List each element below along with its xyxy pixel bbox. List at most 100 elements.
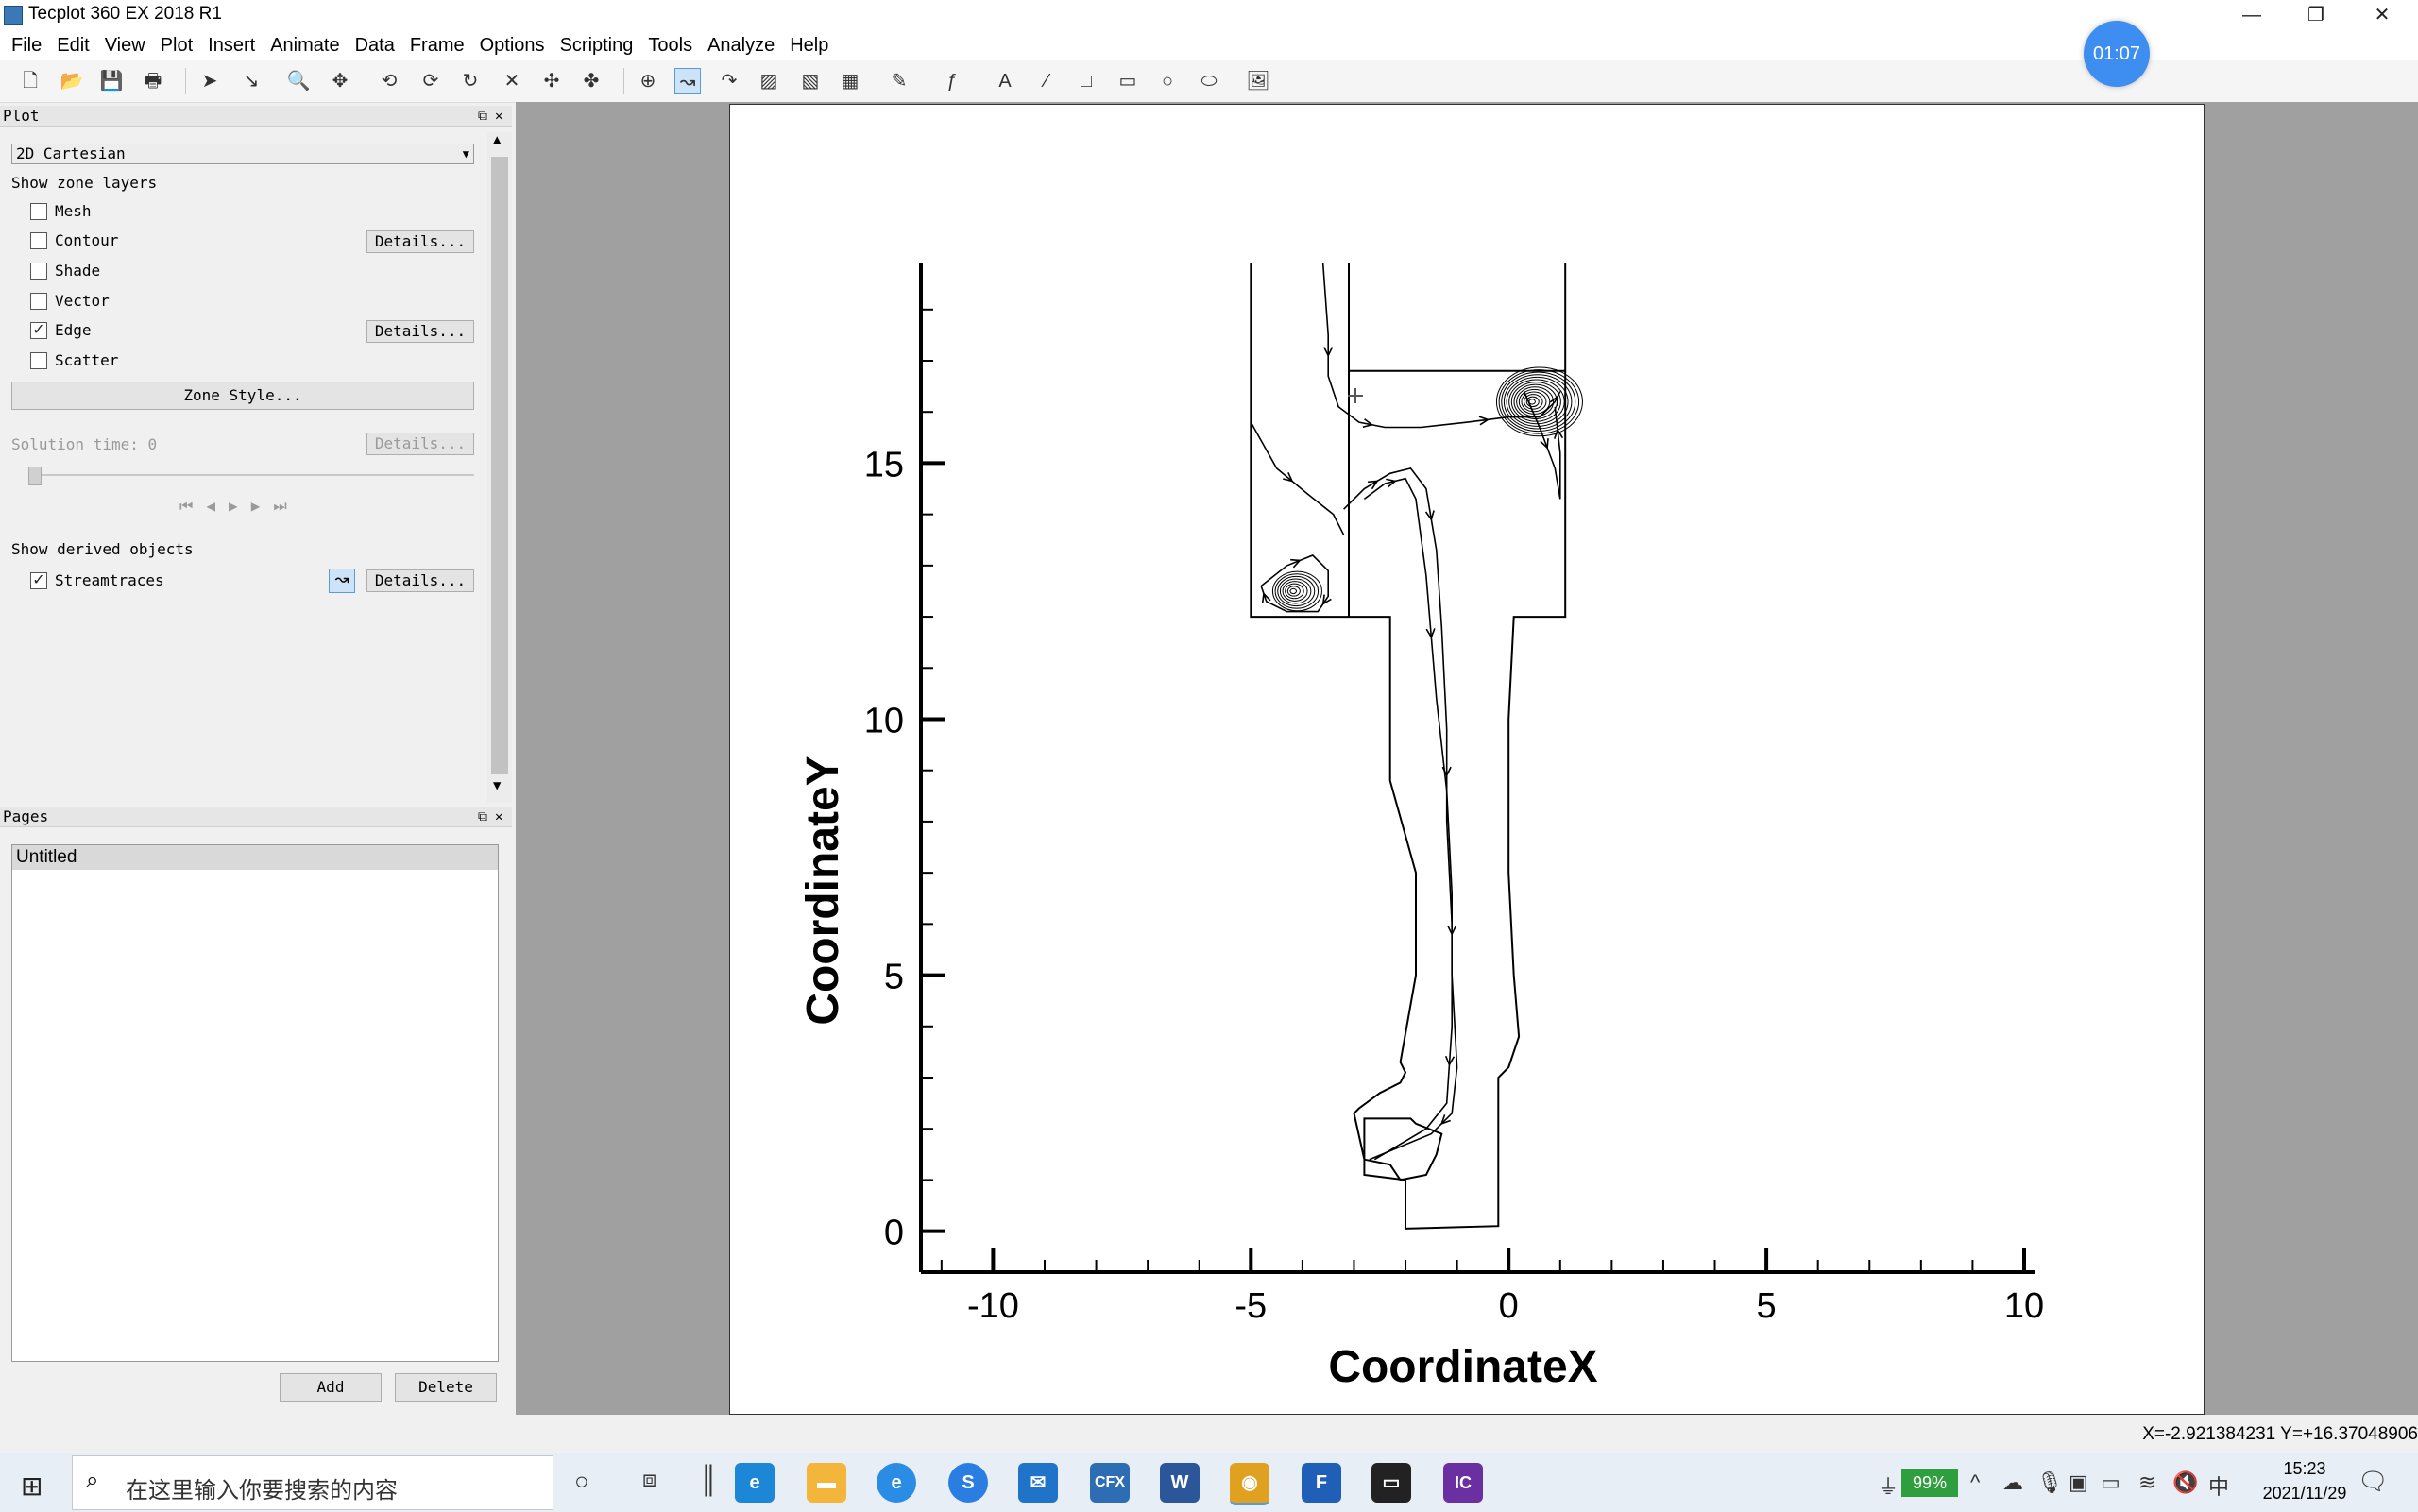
menu-analyze[interactable]: Analyze xyxy=(700,35,782,57)
sogou-icon[interactable]: S xyxy=(948,1463,988,1503)
mail-icon[interactable]: ✉ xyxy=(1018,1463,1058,1503)
power-plug-icon[interactable]: ⏚ xyxy=(1878,1470,1899,1501)
contour-level-icon[interactable]: ▧ xyxy=(797,68,824,94)
edge-browser-icon[interactable]: e xyxy=(735,1463,775,1503)
first-step-icon[interactable]: ⏮ xyxy=(179,497,206,515)
page-item-untitled[interactable]: Untitled xyxy=(12,845,498,870)
zone-edit-icon[interactable]: ✎ xyxy=(886,68,912,94)
rotate-twist-icon[interactable]: ↻ xyxy=(457,68,484,94)
mesh-checkbox[interactable] xyxy=(30,203,47,220)
menu-animate[interactable]: Animate xyxy=(263,35,347,57)
rotate-z-icon[interactable]: ✤ xyxy=(578,68,604,94)
rotate-x-icon[interactable]: ✕ xyxy=(499,68,525,94)
close-pages-icon[interactable]: ✕ xyxy=(495,807,502,827)
streamtrace-placement-icon[interactable]: ↝ xyxy=(674,68,701,94)
windows-start-icon[interactable]: ⊞ xyxy=(21,1470,43,1502)
play-icon[interactable]: ▶ xyxy=(229,497,251,515)
volume-muted-icon[interactable]: 🔇 xyxy=(2172,1470,2198,1495)
shade-checkbox[interactable] xyxy=(30,263,47,280)
circle-tool-icon[interactable]: ○ xyxy=(1154,68,1181,94)
solution-time-slider[interactable] xyxy=(28,474,474,476)
float-pages-icon[interactable]: ⧉ xyxy=(478,807,487,827)
translate-icon[interactable]: ✥ xyxy=(327,68,353,94)
select-arrow-icon[interactable]: ➤ xyxy=(196,68,223,94)
add-page-button[interactable]: Add xyxy=(280,1373,382,1402)
new-file-icon[interactable]: 🗋 xyxy=(17,68,43,94)
cortana-icon[interactable]: ○ xyxy=(574,1467,589,1496)
terminal-icon[interactable]: ▭ xyxy=(1371,1463,1411,1503)
edge-details-button[interactable]: Details... xyxy=(366,320,474,343)
cloud-icon[interactable]: ☁ xyxy=(2002,1470,2023,1495)
clock-time[interactable]: 15:23 xyxy=(2265,1459,2344,1479)
square-tool-icon[interactable]: □ xyxy=(1073,68,1099,94)
float-panel-icon[interactable]: ⧉ xyxy=(478,106,487,127)
recording-timer[interactable]: 01:07 xyxy=(2084,21,2150,87)
menu-scripting[interactable]: Scripting xyxy=(553,35,641,57)
close-button[interactable]: ✕ xyxy=(2352,0,2412,30)
streamtraces-details-button[interactable]: Details... xyxy=(366,569,474,592)
restore-button[interactable]: ❐ xyxy=(2286,0,2346,30)
contour-details-button[interactable]: Details... xyxy=(366,230,474,253)
scrollbar-thumb[interactable] xyxy=(491,157,508,774)
menu-plot[interactable]: Plot xyxy=(153,35,200,57)
ime-indicator[interactable]: 中 xyxy=(2208,1470,2229,1501)
print-icon[interactable]: 🖶 xyxy=(140,68,166,94)
rotate-y-icon[interactable]: ✣ xyxy=(538,68,565,94)
zone-style-button[interactable]: Zone Style... xyxy=(11,382,474,410)
polyline-tool-icon[interactable]: ⁄ xyxy=(1033,68,1060,94)
probe-icon[interactable]: ⊕ xyxy=(635,68,661,94)
menu-edit[interactable]: Edit xyxy=(49,35,96,57)
xy-plot[interactable]: -10 -5 0 5 10 0 5 10 15 CoordinateX CoordinateY xyxy=(730,105,2204,1414)
ie-browser-icon[interactable]: e xyxy=(877,1463,916,1503)
menu-frame[interactable]: Frame xyxy=(402,35,472,57)
menu-data[interactable]: Data xyxy=(348,35,402,57)
vector-checkbox[interactable] xyxy=(30,293,47,310)
scroll-down-icon[interactable]: ▼ xyxy=(493,778,501,793)
close-panel-icon[interactable]: ✕ xyxy=(495,106,502,127)
streamtraces-checkbox[interactable]: ✓ xyxy=(30,572,47,589)
last-step-icon[interactable]: ⏭ xyxy=(273,497,299,515)
word-icon[interactable]: W xyxy=(1160,1463,1200,1503)
menu-file[interactable]: File xyxy=(4,35,49,57)
streamtrace-placement-icon[interactable]: ↝ xyxy=(329,569,355,593)
cfx-app-icon[interactable]: CFX xyxy=(1090,1463,1130,1503)
delete-page-button[interactable]: Delete xyxy=(395,1373,497,1402)
taskbar-search-box[interactable]: ⌕ 在这里输入你要搜索的内容 xyxy=(72,1455,553,1510)
prev-step-icon[interactable]: ◀ xyxy=(206,497,229,515)
menu-view[interactable]: View xyxy=(97,35,153,57)
text-tool-icon[interactable]: A xyxy=(992,68,1018,94)
edge-checkbox[interactable]: ✓ xyxy=(30,322,47,339)
chevron-up-icon[interactable]: ^ xyxy=(1970,1470,1980,1495)
adjustor-icon[interactable]: ↘ xyxy=(238,68,264,94)
zoom-icon[interactable]: 🔍 xyxy=(285,68,312,94)
plot-frame[interactable]: -10 -5 0 5 10 0 5 10 15 CoordinateX CoordinateY xyxy=(729,104,2205,1415)
save-icon[interactable]: 💾 xyxy=(98,68,125,94)
open-folder-icon[interactable]: 📂 xyxy=(59,68,85,94)
contour-checkbox[interactable] xyxy=(30,232,47,249)
rectangle-tool-icon[interactable]: ▭ xyxy=(1115,68,1141,94)
next-step-icon[interactable]: ▶ xyxy=(251,497,274,515)
task-view-icon[interactable]: ⧈ xyxy=(642,1467,656,1493)
minimize-button[interactable]: — xyxy=(2222,0,2282,30)
iso-surface-icon[interactable]: ▦ xyxy=(837,68,863,94)
display-icon[interactable]: ▣ xyxy=(2069,1470,2088,1495)
tecplot-taskbar-icon[interactable]: ◉ xyxy=(1230,1463,1269,1505)
clock-date[interactable]: 2021/11/29 xyxy=(2239,1484,2371,1504)
file-explorer-icon[interactable]: ▬ xyxy=(807,1463,846,1503)
scroll-up-icon[interactable]: ▲ xyxy=(493,132,501,147)
slice-icon[interactable]: ▨ xyxy=(756,68,782,94)
ellipse-tool-icon[interactable]: ⬭ xyxy=(1196,68,1222,94)
notification-icon[interactable]: 🗨 xyxy=(2358,1467,2389,1496)
scatter-checkbox[interactable] xyxy=(30,352,47,369)
menu-insert[interactable]: Insert xyxy=(200,35,263,57)
battery-indicator[interactable]: 99% xyxy=(1901,1469,1958,1497)
plot-type-dropdown[interactable]: 2D Cartesian ▼ xyxy=(11,144,474,164)
rotate-spherical-icon[interactable]: ⟲ xyxy=(376,68,402,94)
image-tool-icon[interactable]: 🖼 xyxy=(1245,68,1271,94)
solution-time-details-button[interactable]: Details... xyxy=(366,433,474,455)
menu-help[interactable]: Help xyxy=(782,35,836,57)
microphone-icon[interactable]: 🎙 xyxy=(2036,1470,2063,1495)
streamtrace-rake-icon[interactable]: ↷ xyxy=(716,68,742,94)
fluent-app-icon[interactable]: F xyxy=(1302,1463,1341,1503)
slider-thumb[interactable] xyxy=(28,467,42,485)
